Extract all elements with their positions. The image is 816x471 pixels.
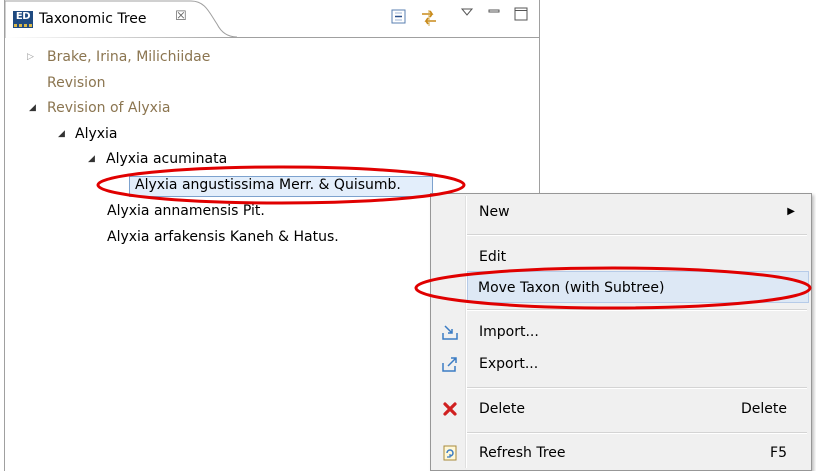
menu-item-refresh-tree[interactable]: Refresh Tree F5 <box>433 437 809 469</box>
view-menu-icon[interactable] <box>460 6 474 18</box>
minimize-icon[interactable] <box>487 6 501 18</box>
tab-taxonomic-tree[interactable]: ED Taxonomic Tree ☒ <box>5 0 221 38</box>
menu-item-shortcut: F5 <box>770 445 787 461</box>
menu-separator <box>467 234 807 236</box>
menu-item-label: Delete <box>479 401 525 417</box>
menu-item-new[interactable]: New ▶ <box>433 196 809 228</box>
collapse-icon[interactable]: ◢ <box>58 123 65 145</box>
menu-item-label: Move Taxon (with Subtree) <box>478 280 665 296</box>
refresh-icon <box>443 445 457 461</box>
tree-node-label: Revision <box>47 75 106 91</box>
tree-node-label: Alyxia arfakensis Kaneh & Hatus. <box>107 229 339 245</box>
tree-node-label: Alyxia angustissima Merr. & Quisumb. <box>135 177 401 193</box>
menu-separator <box>467 432 807 434</box>
maximize-icon[interactable] <box>513 6 529 22</box>
menu-item-move-taxon[interactable]: Move Taxon (with Subtree) <box>467 271 809 303</box>
menu-item-import[interactable]: Import... <box>433 316 809 348</box>
collapse-icon[interactable]: ◢ <box>29 97 36 119</box>
collapse-icon[interactable]: ◢ <box>88 148 95 170</box>
tree-node-label: Alyxia <box>75 126 118 142</box>
tree-node-label: Revision of Alyxia <box>47 100 171 116</box>
link-with-editor-icon[interactable] <box>419 8 439 28</box>
menu-item-export[interactable]: Export... <box>433 348 809 380</box>
close-icon[interactable]: ☒ <box>175 9 187 24</box>
app-icon-text: ED <box>15 11 31 22</box>
menu-item-label: Export... <box>479 356 539 372</box>
export-icon <box>442 357 457 372</box>
view-tab-bar: ED Taxonomic Tree ☒ <box>5 0 539 38</box>
tab-title: Taxonomic Tree <box>39 11 147 27</box>
import-icon <box>442 325 458 340</box>
menu-item-delete[interactable]: Delete Delete <box>433 393 809 425</box>
collapse-all-icon[interactable] <box>390 8 408 26</box>
menu-item-edit[interactable]: Edit <box>433 241 809 273</box>
menu-item-label: Import... <box>479 324 539 340</box>
menu-separator <box>467 309 807 311</box>
menu-item-label: Refresh Tree <box>479 445 566 461</box>
menu-separator <box>467 387 807 389</box>
expand-icon[interactable]: ▷ <box>27 46 34 68</box>
editor-app-icon: ED <box>13 11 33 28</box>
tree-node-label: Brake, Irina, Milichiidae <box>47 49 211 65</box>
delete-icon <box>443 402 457 416</box>
context-menu: New ▶ Edit Move Taxon (with Subtree) Imp… <box>430 193 812 471</box>
tree-node-label: Alyxia acuminata <box>106 151 228 167</box>
tree-node-label: Alyxia annamensis Pit. <box>107 203 265 219</box>
submenu-arrow-icon: ▶ <box>787 206 795 217</box>
menu-item-label: New <box>479 204 510 220</box>
menu-item-label: Edit <box>479 249 507 265</box>
menu-item-shortcut: Delete <box>741 401 787 417</box>
